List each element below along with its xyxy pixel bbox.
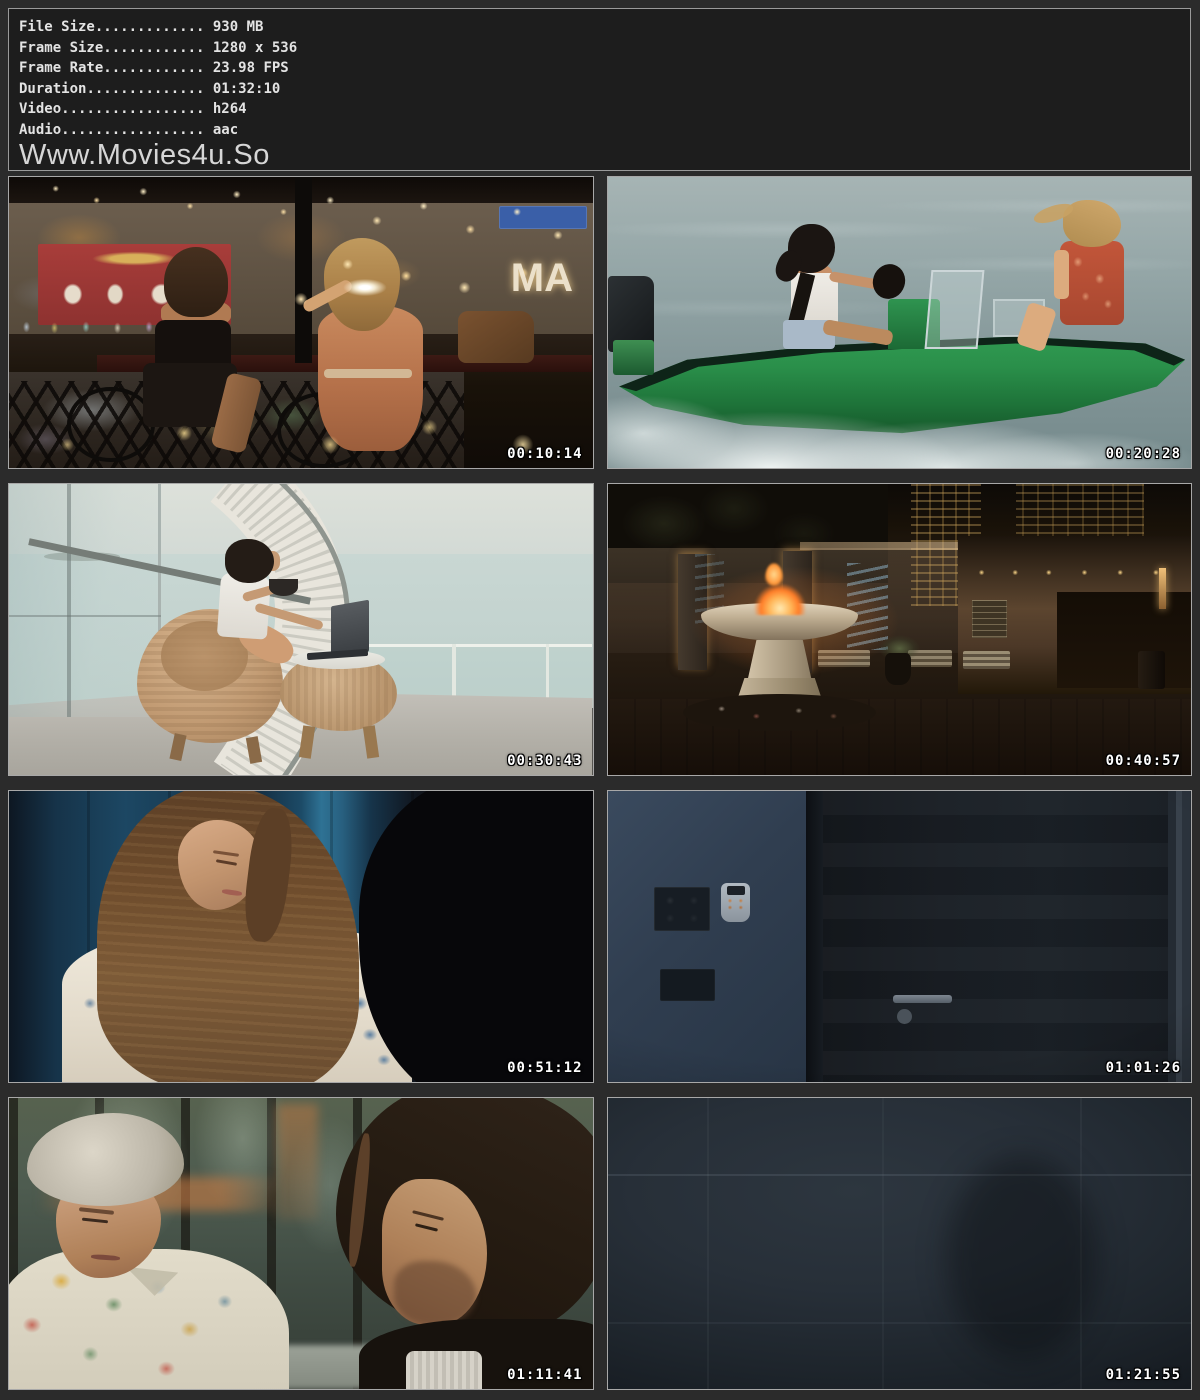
night-market-scene: MA [9,177,593,468]
dark-entrance [1057,592,1191,688]
screenshot-two-men: 01:11:41 [8,1097,594,1390]
passenger-arm [1054,250,1069,299]
dark-tiled-wall [608,1098,1192,1389]
woman-bob-hair [225,539,275,583]
motor-bracket [613,340,654,375]
orange-frame-blur [277,1104,318,1220]
file-size-label: File Size [19,19,95,35]
watermark: Www.Movies4u.So [19,140,1180,171]
screenshot-grid: MA 00:10:14 [8,176,1192,1390]
two-men-scene [9,1098,593,1389]
balcony-scene [9,484,593,775]
passenger-red-dress [1060,241,1124,325]
curved-roof-structure [9,484,593,775]
dots: ................. [61,122,204,138]
person-shadow [946,1156,1098,1360]
screenshot-courtyard-firebowl: 00:40:57 [607,483,1193,776]
frame-size-label: Frame Size [19,40,103,56]
screenshot-green-boat: 00:20:28 [607,176,1193,469]
courtyard-scene [608,484,1192,775]
frame-rate-label: Frame Rate [19,60,103,76]
timestamp: 00:51:12 [507,1060,582,1076]
string-lights [9,177,593,468]
screenshot-balcony-laptop: 00:30:43 [8,483,594,776]
screenshot-shower: 01:21:55 [607,1097,1193,1390]
timestamp: 00:40:57 [1106,753,1181,769]
boat-scene [608,177,1192,468]
timestamp: 01:01:26 [1106,1060,1181,1076]
frame-rate-value: 23.98 FPS [204,60,288,76]
file-info-panel: File Size............. 930 MB Frame Size… [8,8,1191,171]
young-man-shirt-sliver [406,1351,482,1389]
foreground-silhouette [359,791,592,1082]
timestamp: 01:11:41 [507,1367,582,1383]
timestamp: 01:21:55 [1106,1367,1181,1383]
boat-windshield [925,270,984,349]
video-codec-value: h264 [204,101,246,117]
duration-value: 01:32:10 [204,81,280,97]
wall-sign [972,600,1007,638]
tile-grout-line [707,1098,709,1389]
wall-sconce-light [1159,568,1166,609]
audio-codec-label: Audio [19,122,61,138]
file-info-row-filesize: File Size............. 930 MB [19,17,1180,38]
ceiling-downlights [969,565,1179,580]
file-info-row-framerate: Frame Rate............ 23.98 FPS [19,58,1180,79]
video-codec-label: Video [19,101,61,117]
timestamp: 00:10:14 [507,446,582,462]
screenshot-dark-door: 01:01:26 [607,790,1193,1083]
shower-scene [608,1098,1192,1389]
file-size-value: 930 MB [204,19,263,35]
dots: ................. [61,101,204,117]
screenshot-night-market: MA 00:10:14 [8,176,594,469]
timestamp: 00:30:43 [507,753,582,769]
breakfast-bowl [269,579,298,596]
file-info-row-framesize: Frame Size............ 1280 x 536 [19,38,1180,59]
dots: .............. [86,81,204,97]
page: File Size............. 930 MB Frame Size… [0,0,1200,1400]
frame-size-value: 1280 x 536 [204,40,297,56]
marquee-letters: MA [511,256,573,301]
trash-bin [1138,651,1164,689]
file-info-row-audio: Audio................. aac [19,120,1180,141]
dots: ............ [103,60,204,76]
bowl-pedestal [748,640,812,681]
dots: ............. [95,19,205,35]
vignette [608,791,1192,1082]
flame-tip [765,563,783,586]
file-info-row-video: Video................. h264 [19,99,1180,120]
tile-grout-line [882,1098,884,1389]
flower-planter-ring [683,694,876,732]
dots: ............ [103,40,204,56]
screenshot-woman-blouse: 00:51:12 [8,790,594,1083]
file-info-row-duration: Duration.............. 01:32:10 [19,79,1180,100]
blouse-scene [9,791,593,1082]
boat-wake-foam [608,381,1192,468]
bench [963,651,1010,668]
timestamp: 00:20:28 [1106,446,1181,462]
tile-grout-line [608,1174,1192,1176]
dark-room-scene [608,791,1192,1082]
tile-grout-line [608,1322,1192,1324]
audio-codec-value: aac [204,122,238,138]
duration-label: Duration [19,81,86,97]
